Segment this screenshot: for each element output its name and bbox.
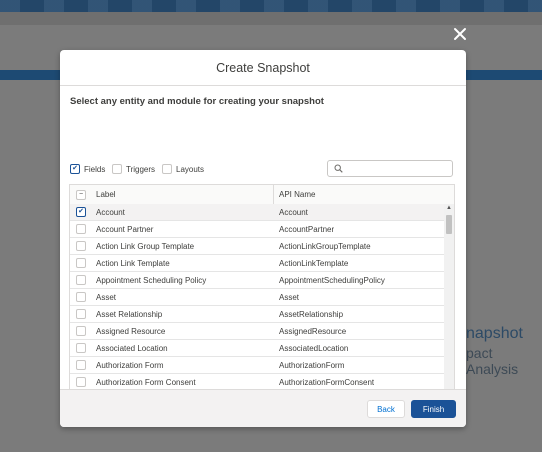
row-label: Asset [96, 292, 117, 302]
table-row[interactable]: Authorization Form AuthorizationForm [70, 357, 444, 374]
row-api-name: AppointmentSchedulingPolicy [279, 275, 385, 285]
label-column-header[interactable]: Label [92, 185, 274, 204]
background-text-2: pact Analysis [466, 345, 519, 377]
table-row[interactable]: Assigned Resource AssignedResource [70, 323, 444, 340]
row-label: Appointment Scheduling Policy [96, 275, 207, 285]
modal-footer: Back Finish [60, 389, 466, 427]
row-label: Action Link Group Template [96, 241, 195, 251]
row-api-name: ActionLinkTemplate [279, 258, 349, 268]
row-checkbox[interactable] [76, 326, 86, 336]
row-checkbox[interactable] [76, 224, 86, 234]
row-api-name: ActionLinkGroupTemplate [279, 241, 371, 251]
entity-table: − Label API Name ✔ Account Account Account … [69, 184, 455, 420]
table-scrollbar[interactable]: ▲ ▼ [444, 204, 454, 419]
modal-header: Create Snapshot [60, 50, 466, 86]
background-pattern [0, 0, 542, 12]
table-row[interactable]: Associated Location AssociatedLocation [70, 340, 444, 357]
layouts-checkbox[interactable] [162, 164, 172, 174]
fields-label: Fields [84, 164, 106, 174]
row-label: Authorization Form Consent [96, 377, 196, 387]
row-label: Associated Location [96, 343, 168, 353]
select-all-checkbox[interactable]: − [76, 189, 86, 200]
row-api-name: AccountPartner [279, 224, 335, 234]
create-snapshot-modal: Create Snapshot Select any entity and mo… [60, 50, 466, 427]
table-row[interactable]: Account Partner AccountPartner [70, 221, 444, 238]
modal-title: Create Snapshot [216, 60, 310, 75]
row-api-name: AssignedResource [279, 326, 347, 336]
background-strip [0, 12, 542, 25]
scroll-up-arrow-icon[interactable]: ▲ [444, 204, 454, 212]
row-api-name: AssociatedLocation [279, 343, 349, 353]
table-row[interactable]: Appointment Scheduling Policy Appointment… [70, 272, 444, 289]
row-checkbox[interactable]: ✔ [76, 207, 86, 217]
modal-subtitle: Select any entity and module for creatin… [70, 96, 324, 107]
layouts-option[interactable]: Layouts [162, 164, 204, 174]
row-label: Action Link Template [96, 258, 170, 268]
triggers-checkbox[interactable] [112, 164, 122, 174]
table-row[interactable]: Asset Asset [70, 289, 444, 306]
row-checkbox[interactable] [76, 309, 86, 319]
search-box[interactable] [327, 160, 453, 177]
close-icon[interactable] [452, 27, 468, 43]
table-row[interactable]: ✔ Account Account [70, 204, 444, 221]
row-checkbox[interactable] [76, 275, 86, 285]
row-checkbox[interactable] [76, 377, 86, 387]
search-input[interactable] [346, 163, 450, 174]
fields-option[interactable]: ✔ Fields [70, 164, 105, 174]
row-api-name: AssetRelationship [279, 309, 344, 319]
row-checkbox[interactable] [76, 292, 86, 302]
scrollbar-thumb[interactable] [446, 215, 452, 234]
row-api-name: AuthorizationFormConsent [279, 377, 375, 387]
fields-checkbox[interactable]: ✔ [70, 164, 80, 174]
triggers-label: Triggers [126, 164, 156, 174]
row-api-name: Account [279, 207, 308, 217]
triggers-option[interactable]: Triggers [112, 164, 155, 174]
row-checkbox[interactable] [76, 241, 86, 251]
finish-button[interactable]: Finish [411, 400, 456, 418]
row-label: Account [96, 207, 125, 217]
row-label: Account Partner [96, 224, 154, 234]
table-row[interactable]: Action Link Group Template ActionLinkGrou… [70, 238, 444, 255]
table-row[interactable]: Asset Relationship AssetRelationship [70, 306, 444, 323]
row-checkbox[interactable] [76, 343, 86, 353]
row-label: Authorization Form [96, 360, 164, 370]
layouts-label: Layouts [176, 164, 205, 174]
table-row[interactable]: Action Link Template ActionLinkTemplate [70, 255, 444, 272]
row-label: Assigned Resource [96, 326, 166, 336]
search-icon [334, 164, 343, 173]
row-label: Asset Relationship [96, 309, 163, 319]
table-header: − Label API Name [70, 185, 454, 205]
back-button[interactable]: Back [367, 400, 405, 418]
row-checkbox[interactable] [76, 258, 86, 268]
row-api-name: AuthorizationForm [279, 360, 345, 370]
api-name-column-header[interactable]: API Name [274, 190, 315, 199]
modal-body: Select any entity and module for creatin… [60, 86, 466, 420]
table-rows: ✔ Account Account Account Partner AccountPar… [70, 204, 444, 419]
background-text-1: napshot [466, 325, 523, 342]
row-api-name: Asset [279, 292, 300, 302]
row-checkbox[interactable] [76, 360, 86, 370]
